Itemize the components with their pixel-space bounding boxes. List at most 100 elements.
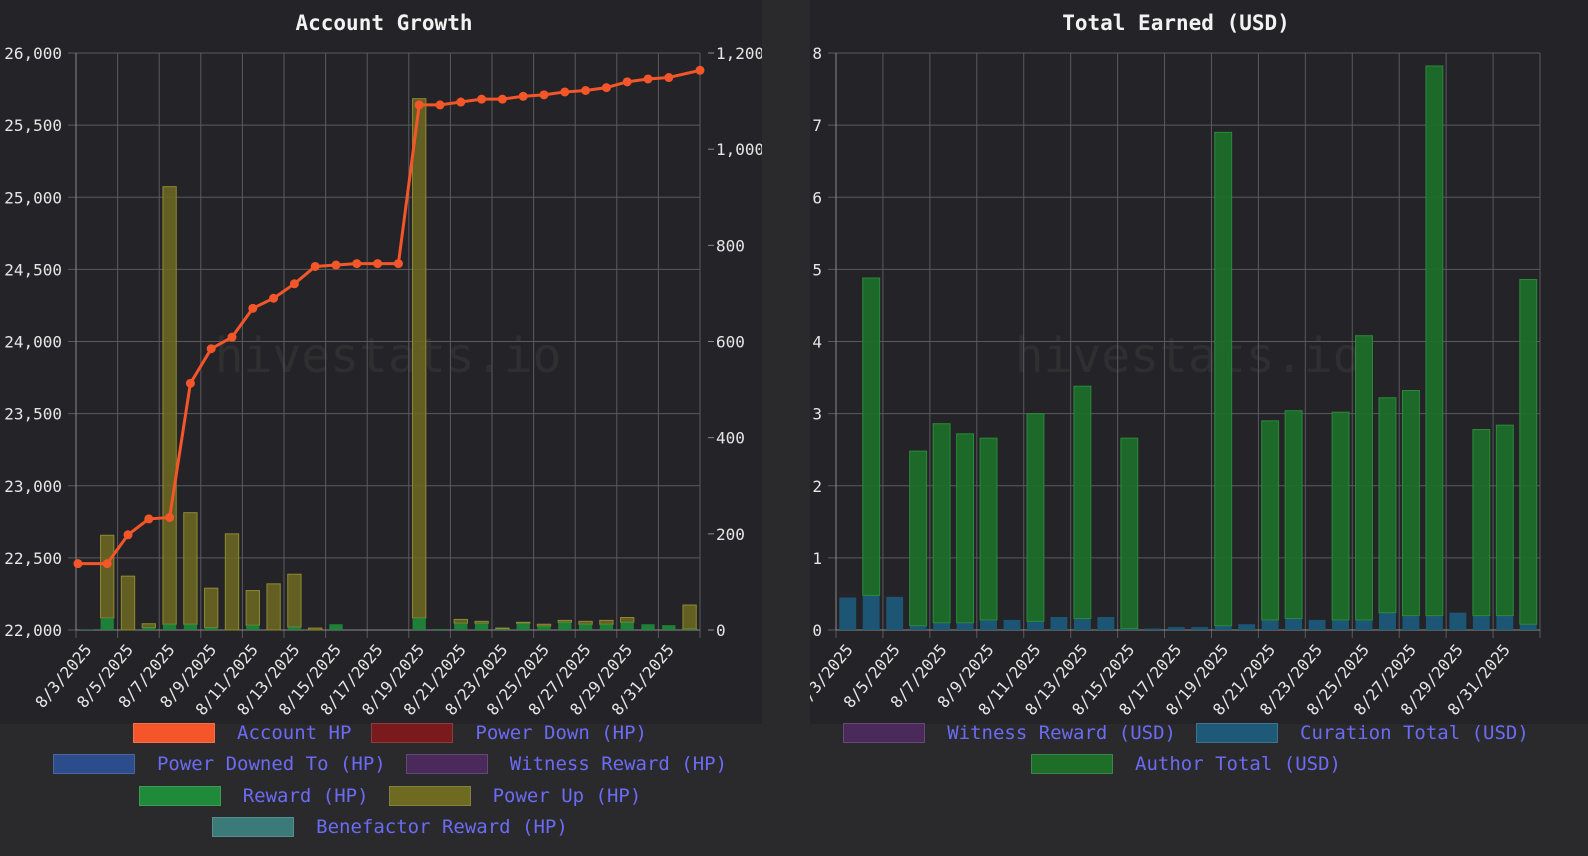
chart-title: Total Earned (USD)	[1062, 11, 1290, 35]
bar-author-total	[956, 433, 975, 624]
bar-reward	[682, 629, 697, 630]
bar-curation-total	[862, 595, 880, 630]
y-axis-left-tick-label: 23,500	[4, 405, 62, 424]
bar-reward	[558, 622, 572, 630]
y-axis-left-tick-label: 8	[812, 44, 822, 63]
legend-item-witness-reward[interactable]: Witness Reward (HP)	[405, 753, 727, 775]
bar-curation-total	[886, 596, 904, 630]
bar-author-total	[1026, 413, 1045, 622]
bar-reward	[162, 624, 177, 630]
point-account-hp	[289, 279, 299, 289]
legend-swatch	[212, 817, 295, 837]
y-axis-left-tick-label: 22,500	[4, 549, 62, 568]
bar-curation-total	[1167, 627, 1185, 630]
bar-reward	[100, 617, 114, 630]
point-account-hp	[560, 87, 570, 97]
y-axis-left-tick-label: 24,500	[4, 260, 62, 279]
bar-reward	[578, 624, 593, 630]
legend-swatch	[371, 723, 454, 743]
bar-curation-total	[1402, 615, 1420, 630]
legend-item-power-downed-to[interactable]: Power Downed To (HP)	[52, 753, 386, 775]
y-axis-right-tick-label: 200	[716, 525, 745, 544]
bar-curation-total	[1238, 624, 1256, 630]
point-account-hp	[331, 260, 341, 270]
point-account-hp	[373, 259, 383, 269]
bar-curation-total	[1191, 627, 1209, 630]
y-axis-left-tick-label: 5	[812, 260, 822, 279]
bar-reward	[287, 627, 302, 630]
bar-author-total	[1331, 411, 1350, 621]
legend-item-account-hp[interactable]: Account HP	[133, 722, 351, 744]
bar-author-total	[1425, 65, 1444, 617]
legend-item-power-up[interactable]: Power Up (HP)	[388, 785, 641, 807]
bar-power-up	[162, 186, 177, 625]
bar-power-up	[620, 616, 635, 623]
point-account-hp	[456, 97, 466, 107]
bar-curation-total	[1379, 612, 1396, 630]
point-account-hp	[435, 100, 445, 110]
legend-label: Author Total (USD)	[1135, 753, 1341, 775]
legend-swatch	[843, 723, 926, 743]
bar-curation-total	[1097, 617, 1115, 630]
bar-reward	[620, 622, 634, 630]
point-account-hp	[664, 73, 674, 83]
bar-power-up	[557, 619, 572, 623]
bar-curation-total	[1308, 619, 1326, 630]
bar-power-up	[204, 587, 219, 629]
y-axis-left-tick-label: 22,000	[4, 621, 62, 640]
point-account-hp	[581, 86, 591, 96]
legend-swatch	[1196, 723, 1278, 743]
bar-power-up	[578, 620, 593, 625]
y-axis-left-tick-label: 7	[812, 116, 822, 135]
y-axis-left-tick-label: 25,000	[4, 188, 62, 207]
bar-author-total	[932, 423, 951, 624]
bar-power-up	[120, 575, 136, 631]
bar-curation-total	[1144, 628, 1162, 630]
bar-curation-total	[1425, 615, 1443, 630]
bar-curation-total	[839, 597, 857, 630]
legend-swatch	[388, 786, 471, 806]
y-axis-left-tick-label: 24,000	[4, 333, 62, 352]
legend-label: Power Downed To (HP)	[156, 753, 386, 775]
legend-item-author-total-usd[interactable]: Author Total (USD)	[1031, 753, 1341, 775]
legend-swatch	[1031, 754, 1114, 774]
legend-item-reward[interactable]: Reward (HP)	[138, 785, 369, 807]
point-account-hp	[144, 514, 154, 524]
bar-curation-total	[956, 622, 974, 630]
y-axis-left-tick-label: 6	[812, 188, 822, 207]
bar-curation-total	[1261, 619, 1279, 630]
y-axis-right-tick-label: 400	[716, 429, 745, 448]
legend-item-witness-reward-usd[interactable]: Witness Reward (USD)	[843, 722, 1176, 744]
bar-reward	[246, 625, 260, 630]
y-axis-left-tick-label: 26,000	[4, 44, 62, 63]
point-account-hp	[227, 332, 237, 342]
bar-curation-total	[1027, 621, 1044, 630]
point-account-hp	[539, 90, 549, 100]
bar-power-up	[141, 623, 156, 629]
bar-curation-total	[1073, 618, 1091, 630]
point-account-hp	[269, 293, 279, 303]
point-account-hp	[73, 559, 83, 569]
bar-power-up	[682, 604, 697, 630]
point-account-hp	[206, 344, 216, 354]
y-axis-right-tick-label: 1,200	[716, 44, 762, 63]
bar-curation-total	[1050, 617, 1068, 630]
legend-item-benefactor-reward[interactable]: Benefactor Reward (HP)	[212, 816, 568, 838]
bar-curation-total	[1496, 615, 1514, 630]
bar-author-total	[1355, 335, 1373, 621]
bar-reward	[537, 626, 551, 630]
bar-reward	[641, 624, 655, 630]
y-axis-left-tick-label: 25,500	[4, 116, 62, 135]
bar-curation-total	[933, 622, 951, 630]
bar-power-up	[287, 573, 302, 628]
bar-author-total	[1495, 424, 1514, 617]
y-axis-left-tick-label: 1	[812, 549, 822, 568]
point-account-hp	[477, 94, 487, 104]
chart-title: Account Growth	[295, 11, 472, 35]
legend-item-curation-total-usd[interactable]: Curation Total (USD)	[1196, 722, 1529, 744]
legend-item-power-down[interactable]: Power Down (HP)	[371, 722, 647, 744]
bar-reward	[516, 623, 530, 630]
bar-reward	[142, 627, 156, 630]
point-account-hp	[393, 259, 403, 269]
total-earned-panel: Total Earned (USD) hivestats.io 0 1 2 3 4 5 6 7 8 8…	[793, 0, 1588, 724]
